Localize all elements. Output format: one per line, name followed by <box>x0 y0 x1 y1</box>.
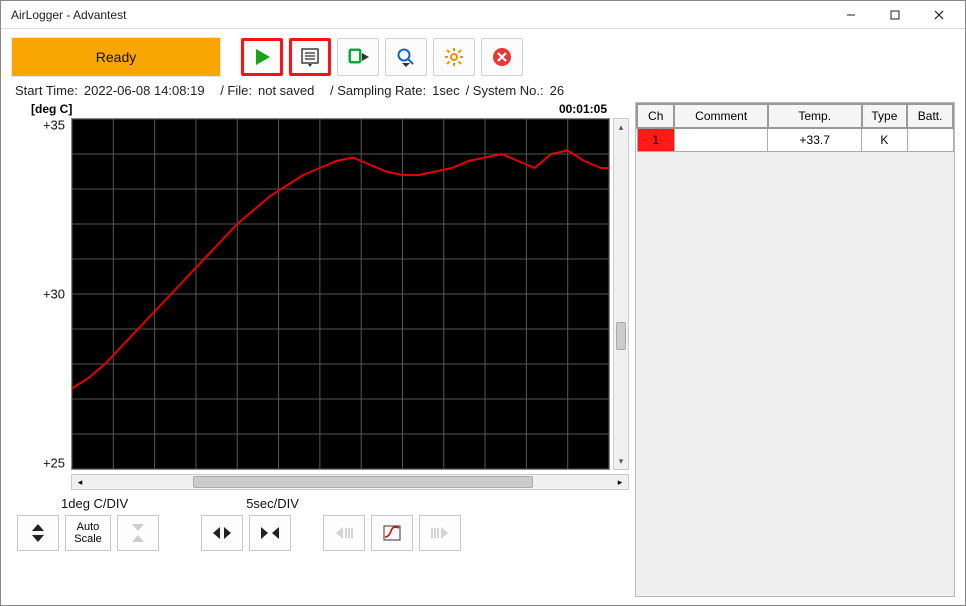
rate-value: 1sec <box>432 83 459 98</box>
title-bar: AirLogger - Advantest <box>1 1 965 29</box>
scroll-thumb[interactable] <box>616 322 626 350</box>
file-label: / File: <box>220 83 252 98</box>
compress-horiz-icon <box>259 525 281 541</box>
col-type[interactable]: Type <box>862 104 908 128</box>
cell-temp: +33.7 <box>768 128 862 152</box>
updown-icon <box>30 522 46 544</box>
scroll-thumb[interactable] <box>193 476 534 488</box>
y-scale-updown-button[interactable] <box>17 515 59 551</box>
chart-vertical-scrollbar[interactable]: ▴ ▾ <box>613 118 629 470</box>
play-button[interactable] <box>241 38 283 76</box>
col-comment[interactable]: Comment <box>674 104 768 128</box>
cancel-button[interactable] <box>481 38 523 76</box>
table-row[interactable]: 1 +33.7 K <box>637 128 953 152</box>
zoom-button[interactable] <box>385 38 427 76</box>
scroll-down-button[interactable]: ▾ <box>614 453 628 469</box>
magnifier-icon <box>396 47 416 67</box>
marker-icon <box>382 524 402 542</box>
x-scale-leftright-button[interactable] <box>201 515 243 551</box>
compress-vert-icon <box>130 522 146 544</box>
goto-end-button[interactable] <box>419 515 461 551</box>
y-tick: +30 <box>43 287 65 302</box>
goto-end-icon <box>429 525 451 541</box>
auto-scale-button[interactable]: Auto Scale <box>65 515 111 551</box>
y-compress-button[interactable] <box>117 515 159 551</box>
channel-panel: Ch Comment Temp. Type Batt. 1 +33.7 K <box>635 102 955 597</box>
start-time-value: 2022-06-08 14:08:19 <box>84 83 205 98</box>
play-icon <box>252 47 272 67</box>
x-division-label: 5sec/DIV <box>246 496 307 511</box>
scroll-right-button[interactable]: ▸ <box>612 475 628 489</box>
x-compress-button[interactable] <box>249 515 291 551</box>
status-ready: Ready <box>11 37 221 77</box>
y-tick: +25 <box>43 455 65 470</box>
elapsed-time: 00:01:05 <box>559 102 625 116</box>
cancel-icon <box>492 47 512 67</box>
maximize-button[interactable] <box>873 2 917 28</box>
meta-info: Start Time: 2022-06-08 14:08:19 / File: … <box>1 81 965 102</box>
chart-plot[interactable] <box>71 118 610 470</box>
col-batt[interactable]: Batt. <box>907 104 953 128</box>
y-axis: +35 +30 +25 <box>11 118 71 470</box>
toolbar: Ready <box>1 29 965 81</box>
gear-icon <box>444 47 464 67</box>
chart-controls: Auto Scale <box>11 511 629 551</box>
y-tick: +35 <box>43 118 65 133</box>
export-button[interactable] <box>337 38 379 76</box>
settings-button[interactable] <box>433 38 475 76</box>
y-unit-label: [deg C] <box>31 102 72 116</box>
close-button[interactable] <box>917 2 961 28</box>
col-ch[interactable]: Ch <box>637 104 674 128</box>
export-icon <box>347 47 369 67</box>
cell-batt <box>907 128 953 152</box>
minimize-button[interactable] <box>829 2 873 28</box>
cell-ch: 1 <box>637 128 674 152</box>
channel-table: Ch Comment Temp. Type Batt. 1 +33.7 K <box>636 103 954 152</box>
window-title: AirLogger - Advantest <box>11 8 829 22</box>
chart-horizontal-scrollbar[interactable]: ◂ ▸ <box>71 474 629 490</box>
scroll-up-button[interactable]: ▴ <box>614 119 628 135</box>
cell-type: K <box>862 128 908 152</box>
sysno-label: / System No.: <box>466 83 544 98</box>
goto-start-button[interactable] <box>323 515 365 551</box>
col-temp[interactable]: Temp. <box>768 104 862 128</box>
auto-scale-label: Auto Scale <box>74 521 102 545</box>
rate-label: / Sampling Rate: <box>330 83 426 98</box>
marker-button[interactable] <box>371 515 413 551</box>
file-value: not saved <box>258 83 314 98</box>
list-view-button[interactable] <box>289 38 331 76</box>
leftright-icon <box>211 525 233 541</box>
start-time-label: Start Time: <box>15 83 78 98</box>
list-icon <box>300 47 320 67</box>
y-division-label: 1deg C/DIV <box>11 496 136 511</box>
sysno-value: 26 <box>550 83 564 98</box>
cell-comment <box>674 128 768 152</box>
scroll-left-button[interactable]: ◂ <box>72 475 88 489</box>
goto-start-icon <box>333 525 355 541</box>
